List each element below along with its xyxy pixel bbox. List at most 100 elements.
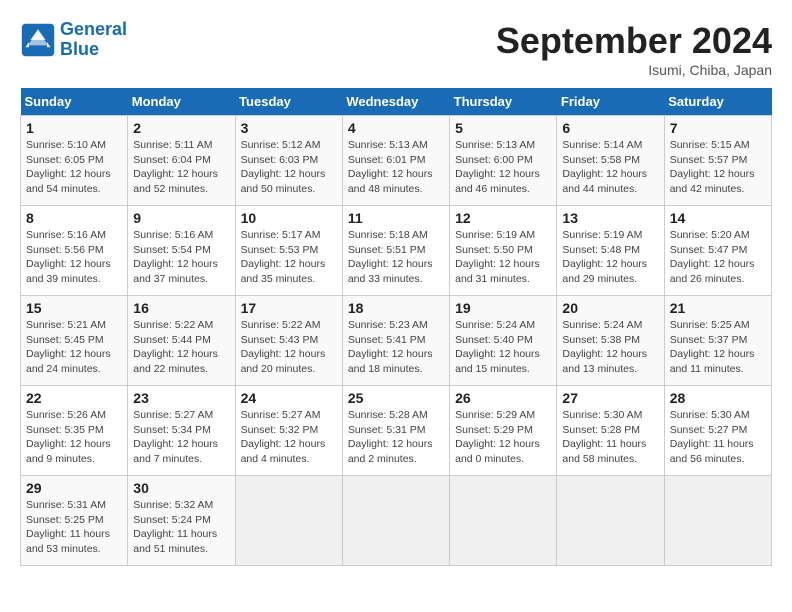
day-info: Sunrise: 5:18 AM Sunset: 5:51 PM Dayligh…: [348, 228, 444, 287]
calendar-cell: 27 Sunrise: 5:30 AM Sunset: 5:28 PM Dayli…: [557, 386, 664, 476]
day-info: Sunrise: 5:24 AM Sunset: 5:40 PM Dayligh…: [455, 318, 551, 377]
day-info: Sunrise: 5:21 AM Sunset: 5:45 PM Dayligh…: [26, 318, 122, 377]
calendar-cell: 10 Sunrise: 5:17 AM Sunset: 5:53 PM Dayli…: [235, 206, 342, 296]
day-number: 4: [348, 120, 444, 136]
day-number: 13: [562, 210, 658, 226]
calendar-cell: 14Sunrise: 5:20 AM Sunset: 5:47 PM Dayli…: [664, 206, 771, 296]
weekday-header: Sunday: [21, 88, 128, 116]
calendar-cell: 25 Sunrise: 5:28 AM Sunset: 5:31 PM Dayli…: [342, 386, 449, 476]
day-info: Sunrise: 5:30 AM Sunset: 5:28 PM Dayligh…: [562, 408, 658, 467]
day-info: Sunrise: 5:29 AM Sunset: 5:29 PM Dayligh…: [455, 408, 551, 467]
calendar-cell: 24Sunrise: 5:27 AM Sunset: 5:32 PM Dayli…: [235, 386, 342, 476]
day-info: Sunrise: 5:13 AM Sunset: 6:00 PM Dayligh…: [455, 138, 551, 197]
calendar-header: SundayMondayTuesdayWednesdayThursdayFrid…: [21, 88, 772, 116]
day-number: 3: [241, 120, 337, 136]
day-info: Sunrise: 5:31 AM Sunset: 5:25 PM Dayligh…: [26, 498, 122, 557]
logo-icon: [20, 22, 56, 58]
logo: General Blue: [20, 20, 127, 60]
calendar-cell: 29 Sunrise: 5:31 AM Sunset: 5:25 PM Dayli…: [21, 476, 128, 566]
calendar-cell: [450, 476, 557, 566]
day-info: Sunrise: 5:30 AM Sunset: 5:27 PM Dayligh…: [670, 408, 766, 467]
day-number: 17: [241, 300, 337, 316]
day-number: 1: [26, 120, 122, 136]
logo-line1: General: [60, 19, 127, 39]
calendar-cell: 3 Sunrise: 5:12 AM Sunset: 6:03 PM Daylig…: [235, 116, 342, 206]
weekday-header: Thursday: [450, 88, 557, 116]
day-number: 8: [26, 210, 122, 226]
day-number: 15: [26, 300, 122, 316]
page-header: General Blue September 2024 Isumi, Chiba…: [20, 20, 772, 78]
calendar-cell: 16 Sunrise: 5:22 AM Sunset: 5:44 PM Dayli…: [128, 296, 235, 386]
calendar-cell: 18Sunrise: 5:23 AM Sunset: 5:41 PM Dayli…: [342, 296, 449, 386]
calendar-cell: 30Sunrise: 5:32 AM Sunset: 5:24 PM Dayli…: [128, 476, 235, 566]
day-number: 26: [455, 390, 551, 406]
day-number: 30: [133, 480, 229, 496]
day-number: 24: [241, 390, 337, 406]
location: Isumi, Chiba, Japan: [496, 62, 772, 78]
day-number: 16: [133, 300, 229, 316]
day-number: 22: [26, 390, 122, 406]
calendar-cell: 6Sunrise: 5:14 AM Sunset: 5:58 PM Daylig…: [557, 116, 664, 206]
day-number: 11: [348, 210, 444, 226]
calendar-cell: 21 Sunrise: 5:25 AM Sunset: 5:37 PM Dayli…: [664, 296, 771, 386]
day-info: Sunrise: 5:12 AM Sunset: 6:03 PM Dayligh…: [241, 138, 337, 197]
day-info: Sunrise: 5:24 AM Sunset: 5:38 PM Dayligh…: [562, 318, 658, 377]
calendar-cell: 26 Sunrise: 5:29 AM Sunset: 5:29 PM Dayli…: [450, 386, 557, 476]
day-info: Sunrise: 5:16 AM Sunset: 5:56 PM Dayligh…: [26, 228, 122, 287]
weekday-header: Monday: [128, 88, 235, 116]
day-number: 29: [26, 480, 122, 496]
day-info: Sunrise: 5:23 AM Sunset: 5:41 PM Dayligh…: [348, 318, 444, 377]
day-number: 2: [133, 120, 229, 136]
title-block: September 2024 Isumi, Chiba, Japan: [496, 20, 772, 78]
calendar-cell: 23Sunrise: 5:27 AM Sunset: 5:34 PM Dayli…: [128, 386, 235, 476]
calendar-cell: 9Sunrise: 5:16 AM Sunset: 5:54 PM Daylig…: [128, 206, 235, 296]
calendar-cell: 22Sunrise: 5:26 AM Sunset: 5:35 PM Dayli…: [21, 386, 128, 476]
calendar-cell: 13 Sunrise: 5:19 AM Sunset: 5:48 PM Dayli…: [557, 206, 664, 296]
day-number: 21: [670, 300, 766, 316]
day-number: 7: [670, 120, 766, 136]
calendar-body: 1 Sunrise: 5:10 AM Sunset: 6:05 PM Daylig…: [21, 116, 772, 566]
day-info: Sunrise: 5:28 AM Sunset: 5:31 PM Dayligh…: [348, 408, 444, 467]
calendar-cell: [557, 476, 664, 566]
calendar-cell: 12Sunrise: 5:19 AM Sunset: 5:50 PM Dayli…: [450, 206, 557, 296]
day-info: Sunrise: 5:13 AM Sunset: 6:01 PM Dayligh…: [348, 138, 444, 197]
day-info: Sunrise: 5:25 AM Sunset: 5:37 PM Dayligh…: [670, 318, 766, 377]
day-info: Sunrise: 5:16 AM Sunset: 5:54 PM Dayligh…: [133, 228, 229, 287]
calendar-cell: 20Sunrise: 5:24 AM Sunset: 5:38 PM Dayli…: [557, 296, 664, 386]
day-info: Sunrise: 5:27 AM Sunset: 5:34 PM Dayligh…: [133, 408, 229, 467]
weekday-header: Saturday: [664, 88, 771, 116]
weekday-header: Tuesday: [235, 88, 342, 116]
day-info: Sunrise: 5:17 AM Sunset: 5:53 PM Dayligh…: [241, 228, 337, 287]
day-info: Sunrise: 5:22 AM Sunset: 5:44 PM Dayligh…: [133, 318, 229, 377]
day-info: Sunrise: 5:10 AM Sunset: 6:05 PM Dayligh…: [26, 138, 122, 197]
calendar-row: 29 Sunrise: 5:31 AM Sunset: 5:25 PM Dayli…: [21, 476, 772, 566]
day-number: 12: [455, 210, 551, 226]
calendar-cell: 2Sunrise: 5:11 AM Sunset: 6:04 PM Daylig…: [128, 116, 235, 206]
logo-line2: Blue: [60, 39, 99, 59]
calendar-cell: 17 Sunrise: 5:22 AM Sunset: 5:43 PM Dayli…: [235, 296, 342, 386]
day-info: Sunrise: 5:15 AM Sunset: 5:57 PM Dayligh…: [670, 138, 766, 197]
calendar-cell: [664, 476, 771, 566]
day-number: 10: [241, 210, 337, 226]
day-number: 5: [455, 120, 551, 136]
day-info: Sunrise: 5:19 AM Sunset: 5:48 PM Dayligh…: [562, 228, 658, 287]
calendar-row: 22Sunrise: 5:26 AM Sunset: 5:35 PM Dayli…: [21, 386, 772, 476]
calendar-cell: 19 Sunrise: 5:24 AM Sunset: 5:40 PM Dayli…: [450, 296, 557, 386]
logo-text: General Blue: [60, 20, 127, 60]
calendar-cell: [235, 476, 342, 566]
calendar-cell: 8 Sunrise: 5:16 AM Sunset: 5:56 PM Daylig…: [21, 206, 128, 296]
day-number: 27: [562, 390, 658, 406]
month-title: September 2024: [496, 20, 772, 62]
calendar-cell: 28 Sunrise: 5:30 AM Sunset: 5:27 PM Dayli…: [664, 386, 771, 476]
day-number: 28: [670, 390, 766, 406]
calendar-cell: 4 Sunrise: 5:13 AM Sunset: 6:01 PM Daylig…: [342, 116, 449, 206]
calendar-cell: 1 Sunrise: 5:10 AM Sunset: 6:05 PM Daylig…: [21, 116, 128, 206]
calendar-row: 1 Sunrise: 5:10 AM Sunset: 6:05 PM Daylig…: [21, 116, 772, 206]
calendar-row: 15 Sunrise: 5:21 AM Sunset: 5:45 PM Dayli…: [21, 296, 772, 386]
day-number: 6: [562, 120, 658, 136]
weekday-header: Wednesday: [342, 88, 449, 116]
day-number: 25: [348, 390, 444, 406]
day-number: 19: [455, 300, 551, 316]
day-info: Sunrise: 5:22 AM Sunset: 5:43 PM Dayligh…: [241, 318, 337, 377]
calendar-cell: 7 Sunrise: 5:15 AM Sunset: 5:57 PM Daylig…: [664, 116, 771, 206]
